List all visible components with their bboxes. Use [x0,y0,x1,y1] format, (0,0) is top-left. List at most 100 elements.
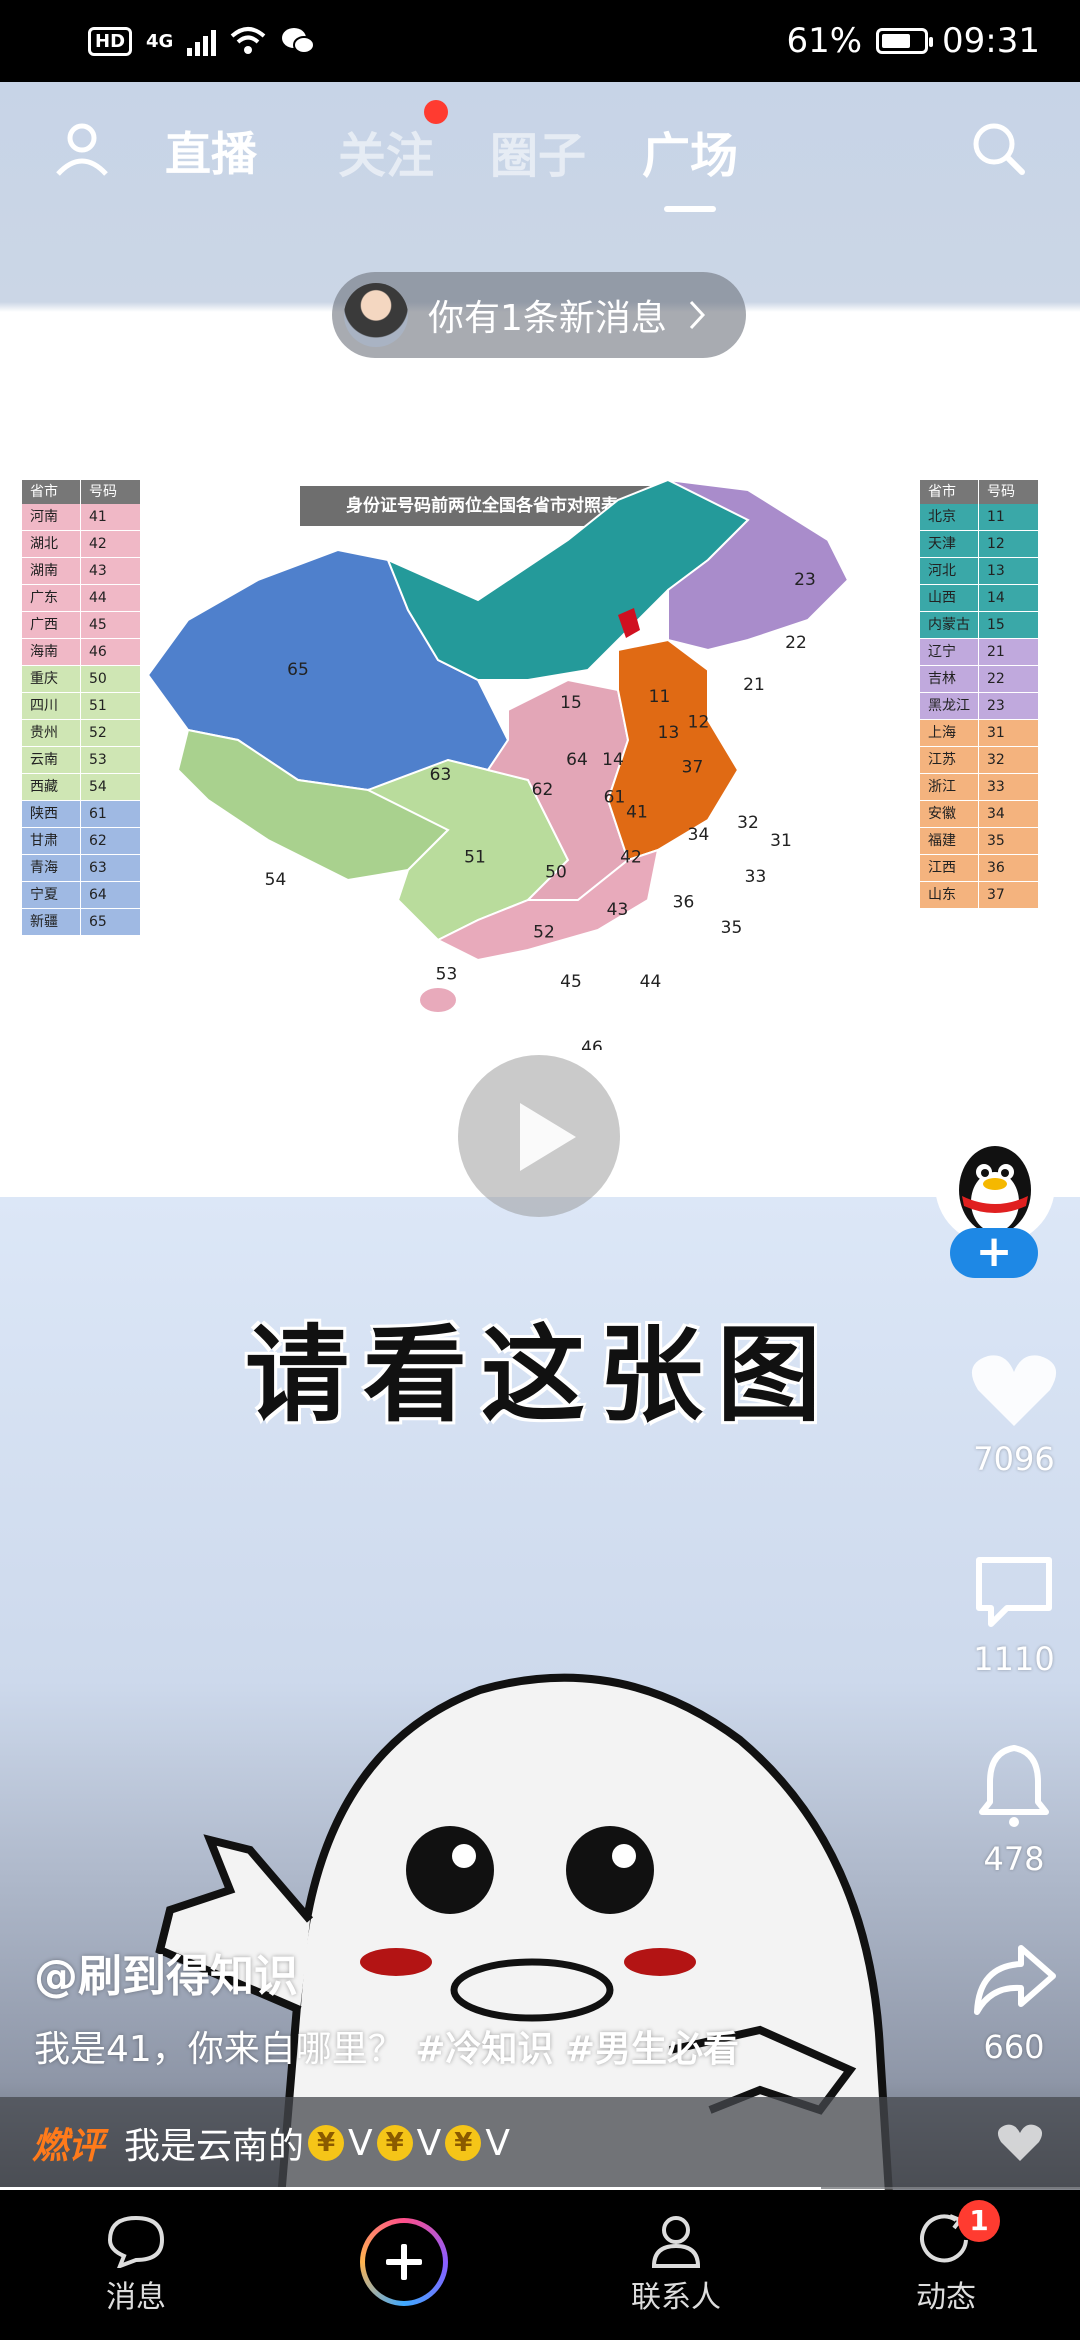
legend-code: 63 [80,855,140,881]
bell-favorite-icon[interactable] [976,1742,1052,1832]
comment-icon[interactable] [971,1552,1057,1632]
legend-province: 贵州 [30,725,58,741]
legend-row: 浙江 33 [920,774,1038,801]
battery-percent: 61% [786,21,863,61]
like-action[interactable]: 7096 [966,1350,1062,1478]
legend-province: 西藏 [30,779,58,795]
legend-code: 21 [978,639,1038,665]
legend-header-code: 号码 [978,480,1038,504]
tab-following[interactable]: 关注 [338,116,434,186]
legend-province: 宁夏 [30,887,58,903]
legend-row: 贵州 52 [22,720,140,747]
legend-row: 海南 46 [22,639,140,666]
legend-code: 45 [80,612,140,638]
legend-province: 甘肃 [30,833,58,849]
legend-code: 13 [978,558,1038,584]
nav-contacts[interactable]: 联系人 [596,2212,756,2316]
search-icon[interactable] [968,118,1028,178]
map-region-code: 42 [620,848,642,868]
map-region-code: 32 [737,813,759,833]
create-post-button[interactable] [360,2218,448,2306]
author-name[interactable]: @刷到得知识 [34,1940,298,2004]
map-region-code: 61 [604,788,626,808]
legend-row: 天津 12 [920,531,1038,558]
legend-code: 51 [80,693,140,719]
follow-plus-button[interactable]: + [950,1228,1038,1278]
hot-comment-tag: 燃评 [32,2126,105,2167]
legend-province: 陕西 [30,806,58,822]
share-arrow-icon[interactable] [969,1940,1059,2020]
legend-row: 辽宁 21 [920,639,1038,666]
legend-row: 重庆 50 [22,666,140,693]
author-avatar-follow[interactable]: + [930,1120,1060,1280]
legend-province: 内蒙古 [928,617,970,633]
hashtag-must-see[interactable]: #男生必看 [565,2029,739,2070]
legend-code: 11 [978,504,1038,530]
legend-code: 35 [978,828,1038,854]
map-region-code: 14 [602,750,624,770]
user-profile-icon[interactable] [52,118,112,178]
comment-like-heart-icon[interactable] [996,2121,1044,2165]
following-red-dot [424,100,448,124]
tab-square[interactable]: 广场 [642,116,738,212]
legend-province: 辽宁 [928,644,956,660]
legend-province: 天津 [928,536,956,552]
video-feed[interactable]: 直播 关注 圈子 广场 你有1条新消息 省市 号码 河南 41 湖北 42 湖南 43 广东 4… [0,82,1080,2190]
legend-row: 山西 14 [920,585,1038,612]
map-region-code: 13 [658,723,680,743]
map-region-code: 62 [532,780,554,800]
legend-row: 北京 11 [920,504,1038,531]
legend-row: 上海 31 [920,720,1038,747]
legend-code: 61 [80,801,140,827]
legend-code: 22 [978,666,1038,692]
hot-comment-bar[interactable]: 燃评 我是云南的 ¥ V ¥ V ¥ V [0,2097,1080,2189]
new-message-banner[interactable]: 你有1条新消息 [332,272,746,358]
legend-row: 甘肃 62 [22,828,140,855]
heart-icon[interactable] [968,1350,1060,1432]
comment-action[interactable]: 1110 [966,1552,1062,1678]
legend-code: 54 [80,774,140,800]
map-region-code: 44 [640,972,662,992]
nav-updates[interactable]: 动态 [866,2212,1026,2316]
map-region-code: 34 [688,825,710,845]
legend-code: 33 [978,774,1038,800]
map-region-code: 37 [682,758,704,778]
legend-code: 12 [978,531,1038,557]
top-nav: 直播 关注 圈子 广场 [0,100,1080,212]
legend-row: 青海 63 [22,855,140,882]
nav-messages[interactable]: 消息 [56,2212,216,2316]
tab-circles[interactable]: 圈子 [490,116,586,186]
legend-row: 山东 37 [920,882,1038,909]
legend-row: 四川 51 [22,693,140,720]
status-bar: HD 4G 61% 09:31 [0,0,1080,82]
legend-code: 31 [978,720,1038,746]
legend-code: 46 [80,639,140,665]
legend-row: 江苏 32 [920,747,1038,774]
wifi-icon [231,27,266,54]
network-type: 4G [146,30,174,52]
legend-row: 江西 36 [920,855,1038,882]
battery-icon [876,28,934,54]
share-action[interactable]: 660 [966,1940,1062,2066]
post-description: 我是41，你来自哪里？ #冷知识 #男生必看 [34,2020,739,2072]
legend-code: 64 [80,882,140,908]
hashtag-cold-knowledge[interactable]: #冷知识 [415,2029,553,2070]
legend-province: 湖南 [30,563,58,579]
yuan-emoji-icon: ¥ [376,2125,413,2161]
legend-province: 广东 [30,590,58,606]
legend-code: 14 [978,585,1038,611]
play-button[interactable] [458,1055,620,1217]
meme-caption: 请看这张图 [244,1314,835,1436]
yuan-emoji-icon: ¥ [308,2125,345,2161]
map-region-code: 15 [560,693,582,713]
legend-province: 河北 [928,563,956,579]
legend-province: 江西 [928,860,956,876]
legend-province: 云南 [30,752,58,768]
legend-row: 广西 45 [22,612,140,639]
contacts-person-icon [651,2216,701,2268]
legend-row: 福建 35 [920,828,1038,855]
favorite-action[interactable]: 478 [966,1742,1062,1878]
nav-updates-label: 动态 [916,2280,976,2315]
live-button[interactable]: 直播 [165,118,257,184]
wechat-icon [282,28,316,54]
